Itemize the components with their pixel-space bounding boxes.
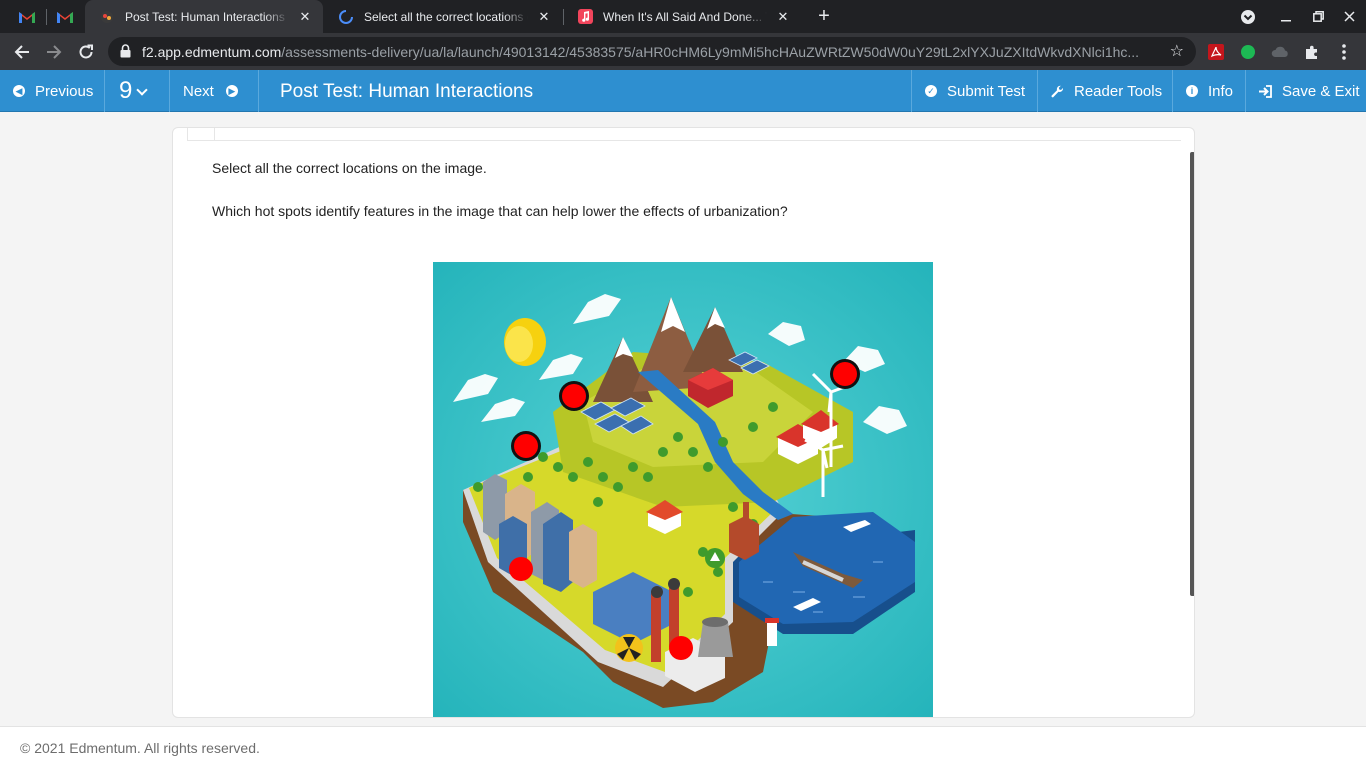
close-tab-icon[interactable]: ✕	[295, 7, 315, 27]
info-label: Info	[1208, 82, 1234, 100]
gmail-pinned-tab-2[interactable]	[46, 0, 84, 33]
close-window-button[interactable]	[1332, 0, 1366, 33]
hotspot-factory[interactable]	[669, 636, 693, 660]
reader-tools-label: Reader Tools	[1074, 82, 1163, 100]
close-tab-icon[interactable]: ✕	[773, 7, 793, 27]
sign-out-icon	[1259, 84, 1272, 98]
lock-icon	[120, 44, 131, 58]
gmail-icon	[57, 11, 73, 23]
loading-spinner-icon	[338, 9, 354, 25]
minimize-button[interactable]	[1269, 0, 1303, 33]
address-bar[interactable]: f2.app.edmentum.com/assessments-delivery…	[108, 37, 1196, 66]
scrollbar[interactable]	[1190, 152, 1194, 596]
tab-post-test[interactable]: Post Test: Human Interactions ✕	[85, 0, 323, 33]
back-button[interactable]	[8, 38, 36, 66]
card-divider	[187, 140, 1181, 141]
arrow-right-icon	[47, 45, 62, 59]
previous-button[interactable]: ◀ Previous	[0, 70, 104, 112]
music-note-icon	[577, 9, 593, 25]
next-label: Next	[183, 82, 214, 100]
extensions-puzzle-icon[interactable]	[1303, 43, 1321, 61]
browser-toolbar: f2.app.edmentum.com/assessments-delivery…	[0, 33, 1366, 70]
hotspot-wind-turbine[interactable]	[830, 359, 860, 389]
gmail-icon	[19, 11, 35, 23]
urbanization-hotspot-image[interactable]	[433, 262, 933, 718]
question-number-dropdown[interactable]: 9	[104, 70, 169, 112]
reload-button[interactable]	[72, 38, 100, 66]
lighthouse	[765, 618, 779, 646]
arrow-left-icon	[14, 45, 29, 59]
tab-select-locations[interactable]: Select all the correct locations on the …	[324, 0, 562, 33]
submit-test-label: Submit Test	[947, 82, 1026, 100]
next-button[interactable]: Next ▶	[169, 70, 259, 112]
recycle-symbol-icon	[705, 548, 725, 568]
edmentum-favicon-icon	[99, 9, 115, 25]
forward-button[interactable]	[40, 38, 68, 66]
assessment-toolbar: ◀ Previous 9 Next ▶ Post Test: Human Int…	[0, 70, 1366, 112]
url-path: /assessments-delivery/ua/la/launch/49013…	[281, 44, 1140, 60]
new-tab-button[interactable]: +	[813, 5, 835, 27]
restore-icon	[1312, 11, 1324, 22]
question-tab-edge	[187, 128, 215, 140]
arrow-left-circle-icon: ◀	[13, 85, 25, 97]
previous-label: Previous	[35, 82, 94, 100]
tab-search-button[interactable]	[1231, 0, 1265, 33]
sun-icon	[504, 318, 546, 366]
restore-button[interactable]	[1301, 0, 1335, 33]
question-number: 9	[119, 77, 133, 104]
reader-tools-button[interactable]: Reader Tools	[1037, 70, 1172, 112]
green-extension-icon[interactable]	[1239, 43, 1257, 61]
question-card: Select all the correct locations on the …	[172, 127, 1195, 718]
gmail-pinned-tab[interactable]	[8, 0, 46, 33]
chevron-down-icon	[136, 84, 149, 96]
info-icon: i	[1186, 85, 1198, 97]
arrow-right-circle-icon: ▶	[225, 85, 238, 97]
tab-title: Post Test: Human Interactions	[125, 9, 285, 24]
tab-title: Select all the correct locations on the …	[364, 9, 528, 24]
submit-test-button[interactable]: ✓ Submit Test	[911, 70, 1037, 112]
assessment-title: Post Test: Human Interactions	[280, 81, 534, 102]
cloud-extension-icon[interactable]	[1271, 43, 1289, 61]
tab-title: When It's All Said And Done... Take Time	[603, 9, 767, 24]
tab-music[interactable]: When It's All Said And Done... Take Time…	[563, 0, 801, 33]
question-instruction: Select all the correct locations on the …	[212, 160, 487, 176]
save-exit-button[interactable]: Save & Exit	[1245, 70, 1366, 112]
assessment-content: Select all the correct locations on the …	[0, 112, 1366, 726]
url-text: f2.app.edmentum.com/assessments-delivery…	[142, 44, 1162, 60]
check-circle-icon: ✓	[925, 85, 937, 97]
question-text: Which hot spots identify features in the…	[212, 203, 788, 219]
hotspot-forest[interactable]	[511, 431, 541, 461]
reload-icon	[79, 44, 93, 59]
pdf-extension-icon[interactable]	[1207, 43, 1225, 61]
browser-tab-strip: Post Test: Human Interactions ✕ Select a…	[0, 0, 1366, 33]
hotspot-city-buildings[interactable]	[509, 557, 533, 581]
info-button[interactable]: i Info	[1172, 70, 1245, 112]
wrench-icon	[1051, 85, 1064, 97]
url-host: f2.app.edmentum.com	[142, 44, 282, 60]
hotspot-solar-panels[interactable]	[559, 381, 589, 411]
page-footer: © 2021 Edmentum. All rights reserved.	[0, 726, 1366, 768]
minimize-icon	[1281, 19, 1291, 21]
browser-menu-icon[interactable]	[1335, 43, 1353, 61]
copyright-text: © 2021 Edmentum. All rights reserved.	[20, 740, 260, 756]
close-tab-icon[interactable]: ✕	[534, 7, 554, 27]
radiation-symbol-icon	[615, 634, 643, 662]
close-icon	[1343, 11, 1355, 22]
chevron-down-circle-icon	[1241, 9, 1255, 24]
bookmark-star-icon[interactable]: ☆	[1170, 41, 1184, 61]
save-exit-label: Save & Exit	[1282, 82, 1360, 100]
